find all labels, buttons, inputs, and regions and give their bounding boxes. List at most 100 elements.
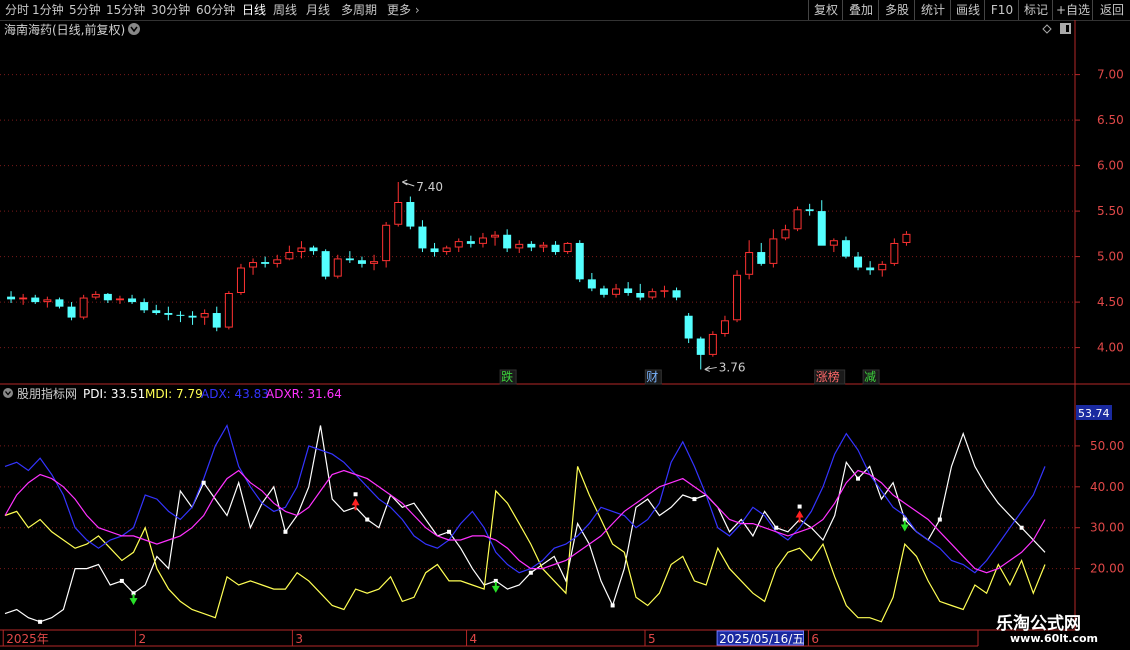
candle-body — [636, 293, 645, 298]
series-mdi-line — [4, 466, 1046, 623]
candle-body — [696, 338, 705, 355]
low-price-arrow — [704, 366, 717, 372]
date-tick-label: 2025年 — [6, 632, 49, 646]
candle-body — [19, 297, 28, 300]
candle — [587, 272, 596, 292]
candle-body — [454, 241, 463, 248]
candle — [152, 304, 161, 315]
candle — [430, 242, 439, 257]
candle-body — [466, 241, 475, 244]
candle-body — [575, 242, 584, 280]
candle — [273, 254, 282, 268]
price-axis-ticks: 7.00 6.50 6.00 5.50 5.00 4.50 4.00 — [1075, 68, 1124, 355]
candle-body — [660, 290, 669, 292]
candle — [624, 282, 633, 296]
candle-body — [285, 252, 294, 260]
candle-body — [757, 252, 766, 264]
candle — [478, 232, 487, 248]
candle-body — [164, 313, 173, 315]
event-marker-label: 涨榜 — [816, 369, 840, 384]
candle — [515, 240, 524, 253]
candle-body — [854, 256, 863, 268]
diamond-icon[interactable] — [1042, 24, 1052, 34]
candle-body — [382, 224, 391, 262]
candle — [805, 203, 814, 216]
candle — [660, 285, 669, 298]
candle-body — [7, 296, 16, 300]
pdi-point-marker — [283, 529, 288, 534]
candle-body — [890, 242, 899, 264]
date-tick-label: 4 — [470, 632, 478, 646]
candle — [19, 293, 28, 305]
candle-body — [152, 310, 161, 314]
candle — [769, 229, 778, 268]
candle — [696, 336, 705, 370]
candle — [200, 309, 209, 325]
indicator-lines — [4, 423, 1046, 624]
price-tick-label: 5.00 — [1097, 250, 1124, 264]
candle-body — [249, 262, 258, 268]
indicator-dropdown-icon[interactable] — [3, 388, 13, 398]
candle-body — [829, 240, 838, 246]
candle — [357, 256, 366, 268]
candle — [454, 238, 463, 253]
candle — [866, 261, 875, 275]
candle — [503, 229, 512, 253]
low-price-label: 3.76 — [719, 360, 746, 374]
candle — [878, 261, 887, 277]
candle-body — [31, 297, 40, 303]
candle — [188, 311, 197, 325]
candle — [466, 235, 475, 248]
candle — [527, 241, 536, 252]
candle-body — [539, 244, 548, 248]
candle-body — [212, 313, 221, 328]
event-marker-label: 财 — [646, 370, 658, 384]
candle — [128, 294, 137, 304]
buy-arrow-icon — [129, 598, 138, 606]
candle — [648, 288, 657, 300]
price-tick-label: 4.00 — [1097, 341, 1124, 355]
candle — [406, 196, 415, 230]
date-tick-label: 6 — [811, 632, 819, 646]
candle — [333, 254, 342, 279]
candle-body — [503, 234, 512, 249]
candle — [394, 181, 403, 227]
buy-arrow-icon — [900, 524, 909, 532]
indicator-signals — [129, 492, 909, 606]
indicator-tick-label: 30.00 — [1090, 521, 1124, 535]
title-dropdown-icon[interactable] — [128, 23, 140, 35]
date-tick-label: 2 — [138, 632, 146, 646]
candle-body — [599, 288, 608, 295]
stock-title: 海南海药(日线,前复权) — [4, 22, 125, 37]
event-marker-label: 减 — [864, 370, 876, 384]
candle — [418, 220, 427, 253]
candle-body — [624, 288, 633, 293]
candle-body — [103, 293, 112, 301]
candle-body — [612, 288, 621, 295]
candle-body — [527, 243, 536, 248]
price-tick-label: 4.50 — [1097, 295, 1124, 309]
candle-body — [769, 238, 778, 264]
candle-body — [563, 242, 572, 253]
candle-body — [91, 293, 100, 298]
event-marker-label: 跌 — [501, 369, 513, 384]
candle-body — [333, 258, 342, 277]
watermark-url: www.60lt.com — [1010, 632, 1099, 645]
candle — [551, 241, 560, 255]
watermark-title: 乐淘公式网 — [996, 614, 1081, 634]
candle — [103, 293, 112, 304]
series-pdi-line — [4, 425, 1046, 623]
candle-body — [648, 291, 657, 298]
candle-body — [442, 247, 451, 253]
candle — [841, 236, 850, 259]
panel-layout-icon[interactable] — [1060, 23, 1071, 34]
date-tick-label: 5 — [648, 632, 656, 646]
candle — [539, 242, 548, 253]
pdi-point-marker — [201, 480, 206, 485]
candle-body — [115, 298, 124, 301]
candle — [781, 224, 790, 241]
candle — [563, 242, 572, 254]
candle — [309, 245, 318, 255]
indicator-tick-label: 20.00 — [1090, 562, 1124, 576]
candle-body — [321, 251, 330, 277]
